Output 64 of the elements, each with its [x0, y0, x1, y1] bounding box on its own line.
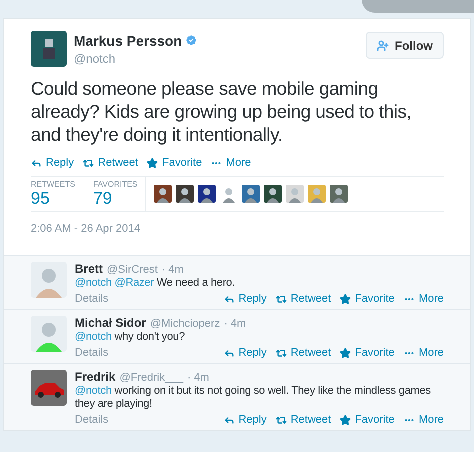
reply-handle[interactable]: @SirCrest	[107, 264, 158, 276]
avatar[interactable]	[242, 185, 260, 203]
action-link[interactable]: Favorite	[340, 293, 395, 305]
stat-label: RETWEETS	[31, 180, 76, 188]
action-link[interactable]: Retweet	[276, 293, 332, 305]
reply-author-name[interactable]: Brett	[75, 262, 104, 276]
action-link[interactable]: Reply	[31, 157, 74, 169]
stat-label: FAVORITES	[93, 180, 138, 188]
stat-count[interactable]: 79	[93, 188, 138, 208]
reply-icon	[31, 158, 42, 168]
reply-text: @notch @Razer We need a hero.	[75, 277, 236, 290]
action-link[interactable]: More	[404, 414, 444, 426]
action-link[interactable]: Reply	[224, 414, 267, 426]
reply-time[interactable]: · 4m	[187, 372, 210, 384]
reply-author-name[interactable]: Fredrik	[75, 370, 116, 384]
reply-time[interactable]: · 4m	[162, 264, 184, 276]
reply-time[interactable]: · 4m	[224, 318, 246, 330]
action-link[interactable]: Retweet	[83, 157, 138, 169]
reply-text: @notch working on it but its not going so well. They like the mindless games they are playing!	[75, 385, 432, 411]
add-user-icon	[377, 40, 389, 52]
avatar[interactable]	[264, 185, 282, 203]
avatar[interactable]	[154, 185, 172, 203]
mention-link[interactable]: @Razer	[114, 277, 154, 289]
star-icon	[147, 158, 158, 168]
avatar[interactable]	[176, 185, 194, 203]
action-link[interactable]: More	[404, 293, 444, 305]
action-link[interactable]: More	[211, 157, 252, 169]
mention-link[interactable]: @notch	[75, 277, 112, 289]
star-icon	[340, 348, 352, 358]
star-icon	[340, 294, 352, 304]
action-link[interactable]: Retweet	[276, 347, 332, 359]
retweet-icon	[276, 294, 287, 304]
action-link[interactable]: More	[404, 347, 444, 359]
mention-link[interactable]: @notch	[75, 385, 112, 397]
reply-icon	[224, 348, 235, 358]
reply-text: @notch why don't you?	[75, 331, 186, 344]
retweet-icon	[83, 158, 94, 168]
star-icon	[340, 414, 352, 426]
action-link[interactable]: Reply	[224, 347, 267, 359]
tweet-text: Could someone please save mobile gaming already? Kids are growing up being used to this, and they're doing it intentionally.	[31, 77, 413, 146]
reply-handle[interactable]: @Michcioperz	[150, 318, 220, 330]
action-link[interactable]: Favorite	[340, 414, 395, 426]
author-handle[interactable]: @notch	[74, 52, 198, 66]
avatar[interactable]	[330, 185, 348, 203]
reply-icon	[224, 294, 235, 304]
avatar[interactable]	[198, 185, 216, 203]
action-link[interactable]: Favorite	[147, 157, 202, 169]
reply-author-name[interactable]: Michał Sidor	[75, 316, 146, 330]
stat-count[interactable]: 95	[31, 188, 76, 208]
retweet-icon	[276, 414, 287, 426]
details-link[interactable]: Details	[75, 414, 109, 426]
details-link[interactable]: Details	[75, 293, 109, 305]
mention-link[interactable]: @notch	[75, 331, 112, 343]
follow-button[interactable]: Follow	[366, 32, 444, 59]
reply-icon	[224, 414, 235, 426]
action-link[interactable]: Reply	[224, 293, 267, 305]
retweet-icon	[276, 348, 287, 358]
details-link[interactable]: Details	[75, 347, 109, 359]
action-link[interactable]: Favorite	[340, 347, 395, 359]
timestamp[interactable]: 2:06 AM - 26 Apr 2014	[31, 223, 444, 235]
author-name[interactable]: Markus Persson	[74, 32, 182, 48]
action-link[interactable]: Retweet	[276, 414, 332, 426]
reply-handle[interactable]: @Fredrik___	[120, 372, 184, 384]
avatar[interactable]	[31, 31, 67, 67]
